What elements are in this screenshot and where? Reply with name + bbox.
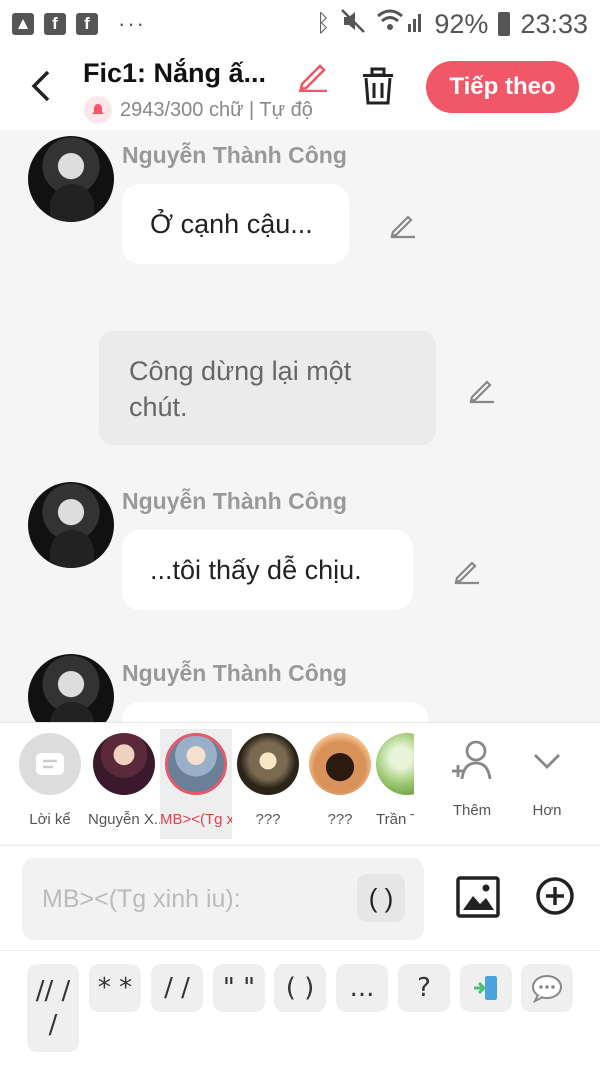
collapse-button[interactable]: Hơn xyxy=(517,737,577,819)
phone-insert-icon[interactable] xyxy=(460,964,512,1012)
chevron-down-icon xyxy=(534,754,560,769)
status-bar: ▲ f f ··· ᛒ 92% 23:33 xyxy=(0,0,600,48)
message-bubble[interactable]: Ở cạnh cậu... xyxy=(122,184,349,264)
gallery-notification-icon: ▲ xyxy=(12,13,34,35)
word-count-row: 2943/300 chữ | Tự độ xyxy=(84,96,330,124)
character-item[interactable]: Trần T... xyxy=(376,733,414,828)
add-person-icon xyxy=(452,740,492,780)
sender-name: Nguyễn Thành Công xyxy=(122,660,347,686)
message-input-box: ( ) xyxy=(22,858,424,940)
shortcut-key-asterisks[interactable]: * * xyxy=(89,964,141,1012)
plus-circle-icon[interactable] xyxy=(535,876,575,916)
character-selector: Lời kể Nguyễn X... MB><(Tg x... ??? ??? … xyxy=(0,722,600,844)
character-label: ??? xyxy=(327,811,353,828)
shortcut-key-slashes[interactable]: // / / xyxy=(27,964,79,1052)
facebook-notification-icon-2: f xyxy=(76,13,98,35)
character-avatar xyxy=(165,733,227,795)
next-button[interactable]: Tiếp theo xyxy=(426,61,579,113)
chat-bubble-icon[interactable] xyxy=(521,964,573,1012)
edit-message-pencil-icon[interactable] xyxy=(388,209,418,239)
avatar[interactable] xyxy=(28,654,114,722)
battery-percent: 92% xyxy=(434,8,489,39)
message-bubble[interactable] xyxy=(122,702,428,722)
avatar[interactable] xyxy=(28,136,114,222)
mute-icon xyxy=(340,8,366,41)
sender-name: Nguyễn Thành Công xyxy=(122,142,347,168)
character-item-selected[interactable]: MB><(Tg x... xyxy=(160,729,232,839)
character-label: Lời kể xyxy=(29,811,71,828)
shortcut-key-question[interactable]: ? xyxy=(398,964,450,1012)
character-label: MB><(Tg x... xyxy=(160,811,232,828)
add-character-label: Thêm xyxy=(452,802,492,819)
character-narrator[interactable]: Lời kể xyxy=(14,733,86,828)
character-label: Nguyễn X... xyxy=(88,811,160,828)
character-avatar xyxy=(237,733,299,795)
chat-area: Nguyễn Thành Công Ở cạnh cậu... Công dừn… xyxy=(0,130,600,722)
facebook-notification-icon: f xyxy=(44,13,66,35)
character-label: ??? xyxy=(255,811,281,828)
character-avatar xyxy=(93,733,155,795)
composer: ( ) xyxy=(0,845,600,950)
editor-header: Fic1: Nắng ấ... 2943/300 chữ | Tự độ Tiế… xyxy=(0,48,600,130)
character-item[interactable]: ??? xyxy=(232,733,304,828)
edit-message-pencil-icon[interactable] xyxy=(452,555,482,585)
shortcut-key-ellipsis[interactable]: ... xyxy=(336,964,388,1012)
edit-narration-pencil-icon[interactable] xyxy=(467,374,497,404)
character-item[interactable]: ??? xyxy=(304,733,376,828)
edit-title-pencil-icon[interactable] xyxy=(296,58,330,93)
character-avatar xyxy=(376,733,414,795)
narration-bubble[interactable]: Công dừng lại một chút. xyxy=(99,331,436,445)
shortcut-key-slash-pair[interactable]: / / xyxy=(151,964,203,1012)
word-count-text: 2943/300 chữ | Tự độ xyxy=(120,98,313,121)
back-arrow-icon[interactable] xyxy=(28,66,54,113)
more-notifications-icon: ··· xyxy=(118,11,146,36)
shortcut-key-quotes[interactable]: " " xyxy=(213,964,265,1012)
narrator-icon xyxy=(19,733,81,795)
insert-parentheses-button[interactable]: ( ) xyxy=(357,874,405,922)
image-icon[interactable] xyxy=(456,876,500,918)
shortcut-key-parentheses[interactable]: ( ) xyxy=(274,964,326,1012)
clock: 23:33 xyxy=(520,8,588,39)
story-title[interactable]: Fic1: Nắng ấ... xyxy=(83,58,283,89)
battery-icon xyxy=(498,12,511,36)
collapse-label: Hơn xyxy=(532,802,562,819)
message-bubble[interactable]: ...tôi thấy dễ chịu. xyxy=(122,530,413,610)
bluetooth-icon: ᛒ xyxy=(315,10,331,37)
avatar[interactable] xyxy=(28,482,114,568)
sender-name: Nguyễn Thành Công xyxy=(122,488,347,514)
character-label: Trần T... xyxy=(376,811,414,828)
character-avatar xyxy=(309,733,371,795)
trash-icon[interactable] xyxy=(360,66,396,106)
shortcut-key-row: // / / * * / / " " ( ) ... ? xyxy=(0,950,600,1067)
bell-icon xyxy=(84,96,112,124)
add-character-button[interactable]: Thêm xyxy=(442,737,502,819)
message-input[interactable] xyxy=(42,880,352,918)
wifi-signal-icon xyxy=(376,8,424,41)
character-item[interactable]: Nguyễn X... xyxy=(88,733,160,828)
